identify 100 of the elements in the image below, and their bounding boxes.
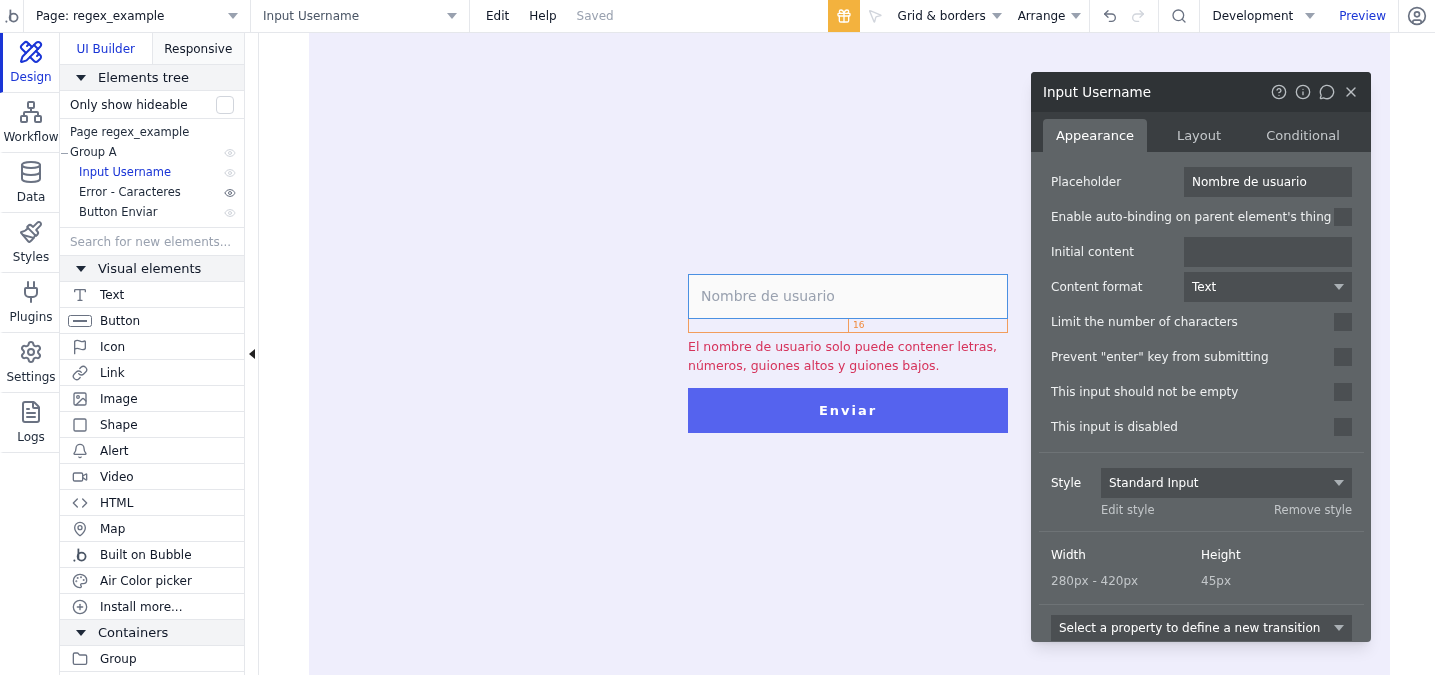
section-header[interactable]: Visual elements [60, 256, 244, 282]
property-label: This input is disabled [1051, 419, 1178, 436]
property-value: 45px [1201, 573, 1232, 591]
style-dropdown[interactable]: Standard Input [1101, 468, 1352, 498]
tree-item[interactable]: Error - Caracteres [79, 184, 224, 202]
property-dropdown[interactable]: Text [1184, 272, 1352, 302]
tree-item[interactable]: Input Username [79, 164, 224, 182]
save-status: Saved [576, 8, 614, 25]
transition-dropdown[interactable]: Select a property to define a new transition [1051, 615, 1352, 642]
gift-button[interactable] [827, 0, 860, 32]
search-icon[interactable] [1171, 8, 1188, 24]
caret-icon [1305, 12, 1316, 20]
property-field[interactable]: Nombre de usuario [1184, 167, 1352, 197]
element-item[interactable]: Install more... [100, 597, 183, 616]
shape-icon [72, 416, 88, 433]
flag-icon [72, 338, 88, 355]
error-text: El nombre de usuario solo puede contener letras, números, guiones altos y guiones bajos. [688, 338, 998, 375]
preview-link[interactable]: Preview [1327, 0, 1399, 32]
collapse-arrow-icon[interactable] [248, 349, 255, 359]
element-item[interactable]: HTML [100, 493, 134, 512]
grid-borders-menu[interactable]: Grid & borders [889, 0, 1010, 32]
element-item[interactable]: Link [100, 363, 125, 382]
undo-icon[interactable] [1102, 8, 1119, 24]
collapse-triangle-icon [76, 73, 86, 82]
caret-icon [1334, 283, 1344, 291]
folder-icon [72, 650, 88, 667]
element-item[interactable]: Icon [100, 337, 126, 356]
element-item[interactable]: Air Color picker [100, 571, 192, 590]
button-icon [68, 314, 92, 327]
element-item[interactable]: Alert [100, 441, 129, 460]
data-icon [19, 159, 43, 184]
info-icon[interactable] [1295, 84, 1311, 100]
link-icon [72, 364, 88, 381]
element-item[interactable]: Group [100, 649, 137, 668]
nav-item[interactable]: Workflow [0, 93, 59, 153]
element-selector[interactable]: Input Username [251, 0, 470, 32]
caret-icon [228, 12, 238, 20]
checkbox[interactable] [216, 95, 234, 114]
element-item[interactable]: Image [100, 389, 138, 408]
property-label: Placeholder [1051, 174, 1122, 191]
panel-tab[interactable]: Conditional [1251, 119, 1355, 152]
checkbox-label: Only show hideable [70, 96, 188, 114]
section-header[interactable]: Elements tree [60, 65, 244, 91]
element-item[interactable]: Shape [100, 415, 138, 434]
plus-icon [72, 598, 88, 615]
remove-style-link[interactable]: Remove style [1274, 502, 1352, 520]
element-item[interactable]: Map [100, 519, 126, 538]
element-item[interactable]: Text [100, 285, 125, 304]
menu-item[interactable]: Help [529, 7, 557, 25]
panel-tab[interactable]: Layout [1147, 119, 1251, 152]
caret-icon [1334, 479, 1344, 487]
design-icon [19, 39, 43, 64]
text-icon [72, 286, 88, 303]
comment-icon[interactable] [1319, 84, 1335, 100]
submit-button[interactable]: Enviar [688, 388, 1008, 433]
bubble-logo-icon [3, 8, 20, 24]
logs-icon [19, 399, 43, 424]
section-header[interactable]: Containers [60, 620, 244, 646]
edit-style-link[interactable]: Edit style [1101, 502, 1155, 520]
panel-tab[interactable]: Responsive [151, 33, 244, 64]
nav-item[interactable]: Plugins [0, 273, 59, 333]
settings-icon [19, 339, 43, 364]
nav-item[interactable]: Data [0, 153, 59, 213]
menu-item[interactable]: Edit [486, 7, 510, 25]
element-item[interactable]: Built on Bubble [100, 545, 192, 564]
nav-item[interactable]: Styles [0, 213, 59, 273]
redo-icon[interactable] [1130, 8, 1147, 24]
element-item[interactable]: Video [100, 467, 134, 486]
nav-item[interactable]: Settings [0, 333, 59, 393]
tree-item[interactable]: Group A [70, 144, 224, 162]
pin-icon [72, 520, 88, 537]
nav-item[interactable]: Logs [0, 393, 59, 453]
property-label: This input should not be empty [1051, 384, 1239, 401]
bubble-logo-icon [72, 546, 88, 563]
eye-icon[interactable] [224, 187, 236, 199]
pointer-icon[interactable] [866, 8, 883, 24]
property-label: Initial content [1051, 244, 1134, 261]
caret-icon [1071, 12, 1082, 20]
caret-icon [991, 12, 1002, 20]
tree-item[interactable]: Button Enviar [79, 204, 224, 222]
arrange-menu[interactable]: Arrange [1009, 0, 1091, 32]
collapse-dash-icon[interactable] [61, 150, 68, 157]
property-label: Style [1051, 475, 1083, 492]
environment-selector[interactable]: Development [1200, 0, 1328, 32]
size-guide: 16 [688, 319, 1008, 333]
property-label: Width [1051, 547, 1087, 565]
property-label: Content format [1051, 279, 1143, 296]
panel-tab[interactable]: Appearance [1043, 119, 1147, 152]
property-label: Limit the number of characters [1051, 314, 1238, 331]
collapse-triangle-icon [76, 264, 86, 273]
collapse-triangle-icon [76, 628, 86, 637]
property-label: Enable auto-binding on parent element's thing [1051, 209, 1332, 226]
property-label: Prevent "enter" key from submitting [1051, 349, 1269, 366]
avatar-icon[interactable] [1407, 6, 1427, 26]
bell-icon [72, 442, 88, 459]
image-icon [72, 390, 88, 407]
page-selector[interactable]: Page: regex_example [24, 0, 251, 32]
help-icon[interactable] [1271, 84, 1287, 100]
tree-item[interactable]: Page regex_example [70, 124, 236, 142]
element-item[interactable]: Button [100, 311, 141, 330]
